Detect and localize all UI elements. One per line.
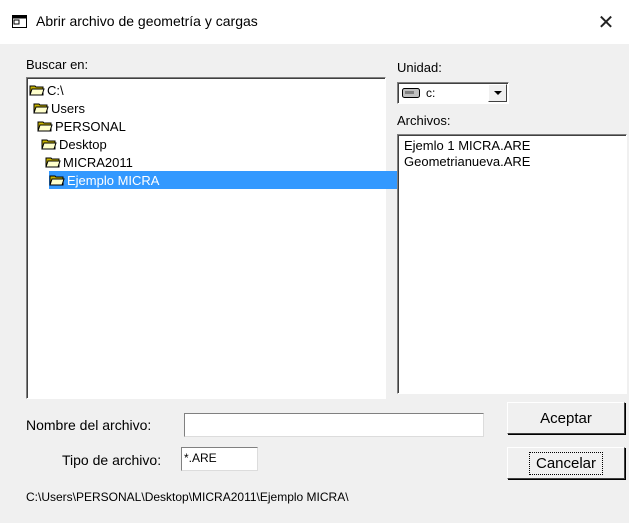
tree-item-label: Desktop — [59, 136, 107, 152]
list-item[interactable]: Ejemlo 1 MICRA.ARE — [404, 138, 530, 153]
tree-item-ejemplo-micra[interactable]: Ejemplo MICRA — [49, 171, 400, 189]
files-label: Archivos: — [397, 113, 451, 128]
window-app-icon — [12, 15, 27, 28]
cancel-button[interactable]: Cancelar — [507, 447, 625, 479]
filetype-input[interactable]: *.ARE — [181, 447, 258, 471]
window-title: Abrir archivo de geometría y cargas — [36, 13, 258, 29]
open-folder-icon — [29, 85, 45, 96]
filename-input[interactable] — [184, 413, 484, 437]
tree-item-label: PERSONAL — [55, 118, 126, 134]
close-icon[interactable]: ✕ — [598, 10, 615, 34]
tree-item-label: Ejemplo MICRA — [67, 172, 160, 188]
filename-label: Nombre del archivo: — [26, 417, 152, 433]
tree-item-c-drive[interactable]: C:\ — [29, 81, 64, 99]
tree-item-label: Users — [51, 100, 85, 116]
tree-item-label: C:\ — [47, 82, 64, 98]
drive-label: Unidad: — [397, 60, 442, 75]
chevron-down-icon[interactable] — [488, 84, 507, 102]
open-folder-icon — [45, 157, 61, 168]
tree-item-micra2011[interactable]: MICRA2011 — [45, 153, 133, 171]
open-folder-icon — [33, 103, 49, 114]
tree-item-users[interactable]: Users — [33, 99, 85, 117]
title-bar: Abrir archivo de geometría y cargas ✕ — [0, 0, 629, 44]
tree-item-desktop[interactable]: Desktop — [41, 135, 107, 153]
tree-item-label: MICRA2011 — [63, 154, 133, 170]
file-list[interactable]: Ejemlo 1 MICRA.ARE Geometrianueva.ARE — [397, 134, 627, 394]
open-folder-icon — [49, 175, 65, 186]
close-button[interactable]: ✕ — [583, 0, 629, 44]
accept-button-label: Aceptar — [540, 409, 592, 427]
look-in-label: Buscar en: — [26, 57, 89, 72]
open-folder-icon — [41, 139, 57, 150]
accept-button[interactable]: Aceptar — [507, 402, 625, 434]
tree-item-personal[interactable]: PERSONAL — [37, 117, 126, 135]
drive-value: c: — [426, 86, 436, 100]
cancel-button-label: Cancelar — [528, 451, 604, 475]
drive-icon — [402, 88, 420, 98]
directory-tree[interactable]: C:\ Users PERSONAL Desktop MICRA2011 Eje… — [26, 77, 400, 399]
filetype-label: Tipo de archivo: — [62, 452, 162, 468]
current-path: C:\Users\PERSONAL\Desktop\MICRA2011\Ejem… — [26, 490, 349, 504]
list-item[interactable]: Geometrianueva.ARE — [404, 154, 530, 169]
drive-select[interactable]: c: — [397, 82, 509, 104]
open-folder-icon — [37, 121, 53, 132]
